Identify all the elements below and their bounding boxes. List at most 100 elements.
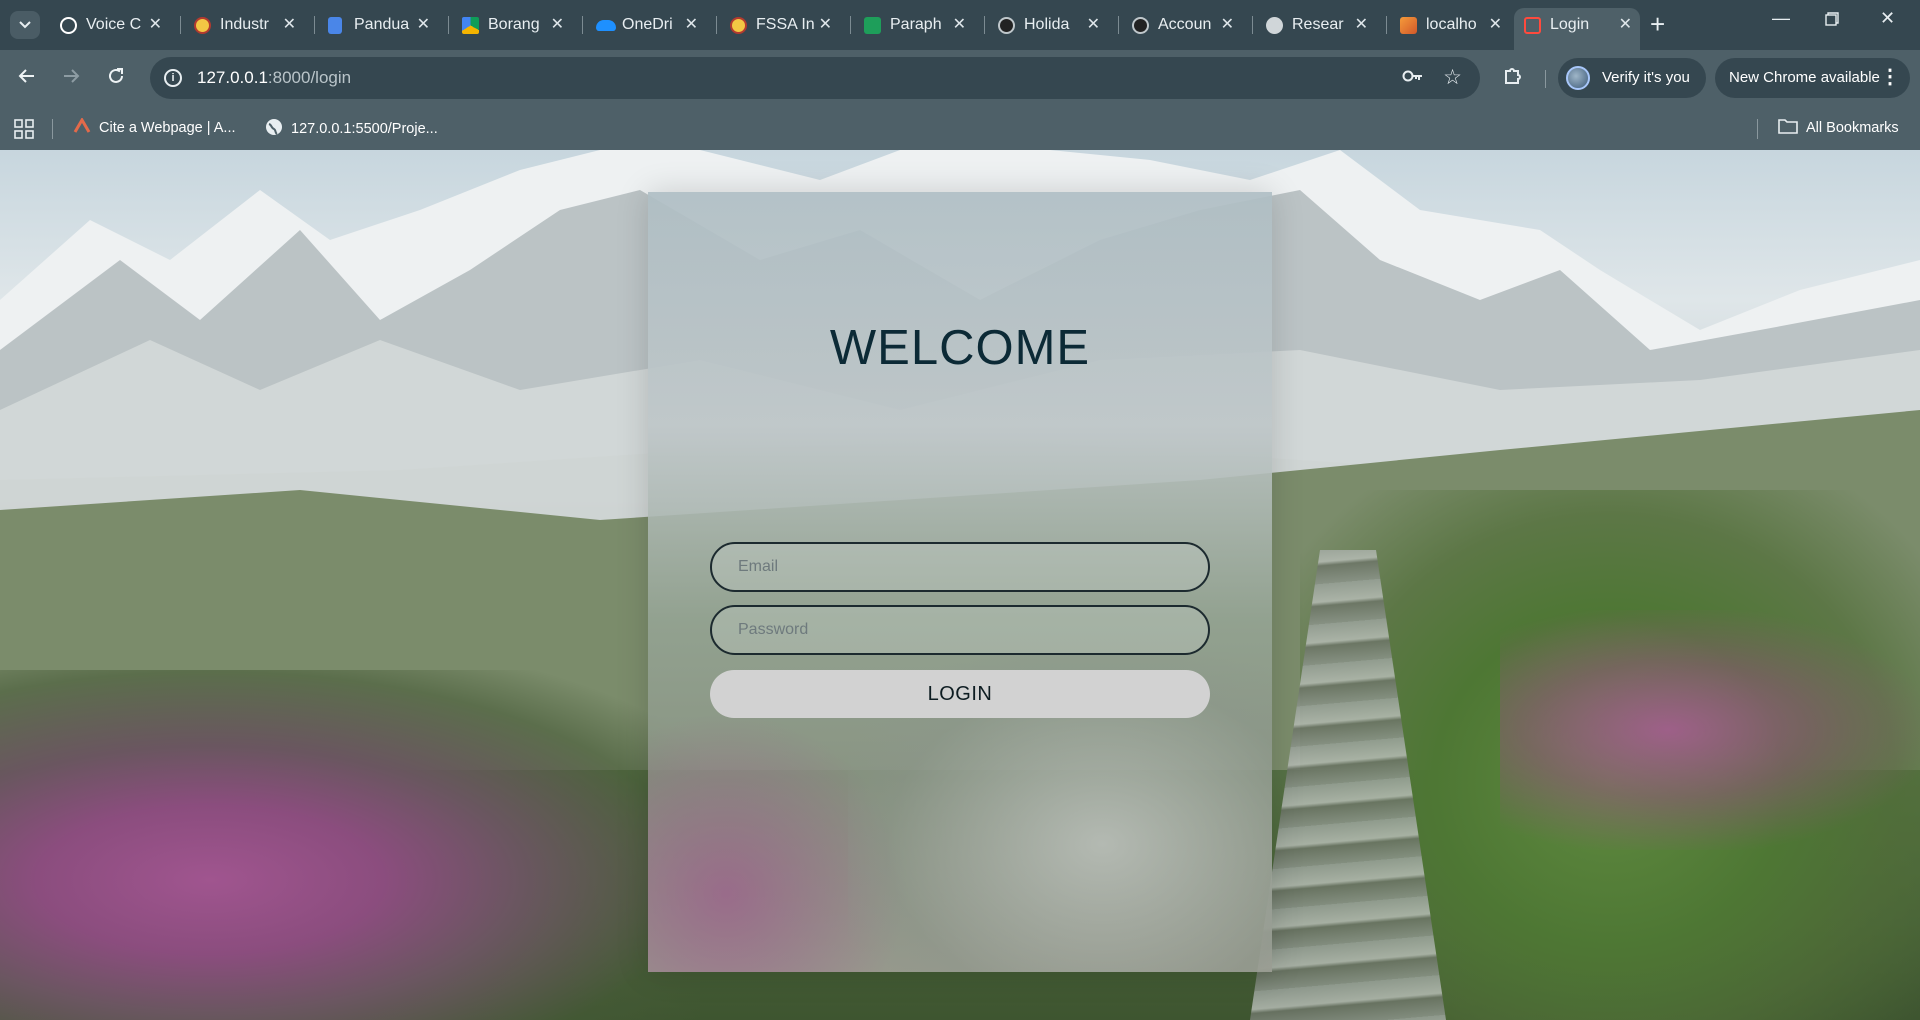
tab-title: Login <box>1550 16 1590 33</box>
tab-6[interactable]: Paraph ✕ <box>854 8 974 42</box>
paraphrase-icon <box>864 17 881 34</box>
all-bookmarks-label: All Bookmarks <box>1806 119 1899 136</box>
address-bar[interactable]: i 127.0.0.1:8000/login ☆ <box>150 57 1480 99</box>
password-input[interactable] <box>712 607 1208 653</box>
close-icon[interactable]: ✕ <box>685 14 698 34</box>
tab-title: Accoun <box>1158 16 1212 33</box>
cite-icon <box>73 117 91 138</box>
tab-title: Resear <box>1292 16 1344 33</box>
site-info-icon[interactable]: i <box>164 69 182 87</box>
forward-button[interactable] <box>60 67 82 89</box>
verify-identity-button[interactable]: Verify it's you <box>1558 58 1706 98</box>
xampp-icon <box>1400 17 1417 34</box>
close-icon[interactable]: ✕ <box>1221 14 1234 34</box>
close-icon[interactable]: ✕ <box>953 14 966 34</box>
chrome-update-button[interactable]: New Chrome available ⋮ <box>1715 58 1910 98</box>
close-icon[interactable]: ✕ <box>551 14 564 34</box>
background-heather-right <box>1500 610 1920 850</box>
url-host: 127.0.0.1 <box>197 68 268 87</box>
url-path: :8000/login <box>267 68 352 87</box>
back-button[interactable] <box>16 67 38 89</box>
tab-search-button[interactable] <box>10 11 40 39</box>
tab-8[interactable]: Accoun ✕ <box>1122 8 1242 42</box>
close-icon[interactable]: ✕ <box>1489 14 1502 34</box>
close-window-button[interactable]: ✕ <box>1880 8 1895 29</box>
tab-3[interactable]: Borang ✕ <box>452 8 572 42</box>
tab-strip: Voice C ✕ Industr ✕ Pandua ✕ Borang ✕ On… <box>0 0 1920 50</box>
restore-icon <box>1825 12 1839 26</box>
tab-divider <box>582 16 583 34</box>
close-icon[interactable]: ✕ <box>1619 14 1632 34</box>
bookmarks-divider <box>52 119 53 139</box>
new-tab-button[interactable]: + <box>1650 10 1665 38</box>
back-arrow-icon <box>18 69 34 83</box>
close-icon[interactable]: ✕ <box>149 14 162 34</box>
onedrive-icon <box>596 20 616 31</box>
more-vertical-icon[interactable]: ⋮ <box>1880 64 1900 89</box>
close-icon[interactable]: ✕ <box>819 14 832 34</box>
tab-5[interactable]: FSSA In ✕ <box>720 8 840 42</box>
page-viewport: WELCOME LOGIN <box>0 150 1920 1020</box>
university-crest-icon <box>194 17 211 34</box>
tab-divider <box>314 16 315 34</box>
browser-toolbar: i 127.0.0.1:8000/login ☆ Verify it's you… <box>0 50 1920 106</box>
restore-button[interactable] <box>1825 10 1839 31</box>
bookmarks-divider <box>1757 119 1758 139</box>
tab-1[interactable]: Industr ✕ <box>184 8 304 42</box>
tab-10[interactable]: localho ✕ <box>1390 8 1510 42</box>
toolbar-divider <box>1545 70 1546 88</box>
tab-title: localho <box>1426 16 1477 33</box>
bookmark-star-icon[interactable]: ☆ <box>1443 65 1462 90</box>
close-icon[interactable]: ✕ <box>1087 14 1100 34</box>
bookmark-label: 127.0.0.1:5500/Proje... <box>291 120 438 137</box>
tab-title: FSSA In <box>756 16 815 33</box>
tab-title: OneDri <box>622 16 673 33</box>
chevron-down-icon <box>19 21 31 29</box>
tab-divider <box>448 16 449 34</box>
verify-label: Verify it's you <box>1602 69 1690 86</box>
tab-title: Industr <box>220 16 269 33</box>
tab-9[interactable]: Resear ✕ <box>1256 8 1376 42</box>
tab-divider <box>1118 16 1119 34</box>
reload-icon <box>109 68 123 83</box>
openai-icon <box>60 17 77 34</box>
login-button[interactable]: LOGIN <box>710 670 1210 718</box>
bookmark-local-project[interactable]: 127.0.0.1:5500/Proje... <box>265 118 438 140</box>
globe-icon <box>1266 17 1283 34</box>
tab-divider <box>1252 16 1253 34</box>
welcome-heading: WELCOME <box>829 321 1091 375</box>
email-field[interactable] <box>710 542 1210 592</box>
tab-11-active[interactable]: Login ✕ <box>1514 8 1640 50</box>
bookmark-label: Cite a Webpage | A... <box>99 119 236 136</box>
tab-4[interactable]: OneDri ✕ <box>586 8 706 42</box>
tab-0[interactable]: Voice C ✕ <box>50 8 170 42</box>
password-field[interactable] <box>710 605 1210 655</box>
tab-2[interactable]: Pandua ✕ <box>318 8 438 42</box>
reload-button[interactable] <box>105 67 127 89</box>
openai-icon <box>1132 17 1149 34</box>
folder-icon <box>1778 118 1798 138</box>
tab-7[interactable]: Holida ✕ <box>988 8 1108 42</box>
bookmark-cite-webpage[interactable]: Cite a Webpage | A... <box>73 117 236 138</box>
laravel-icon <box>1524 17 1541 34</box>
email-input[interactable] <box>712 544 1208 590</box>
close-icon[interactable]: ✕ <box>1355 14 1368 34</box>
close-icon[interactable]: ✕ <box>417 14 430 34</box>
close-icon[interactable]: ✕ <box>283 14 296 34</box>
tab-divider <box>716 16 717 34</box>
minimize-button[interactable]: — <box>1772 8 1790 29</box>
google-docs-icon <box>328 17 342 34</box>
openai-icon <box>998 17 1015 34</box>
password-key-icon[interactable] <box>1402 67 1424 88</box>
globe-icon <box>265 118 283 140</box>
avatar <box>1566 66 1590 90</box>
apps-grid-icon[interactable] <box>14 119 34 144</box>
tab-title: Pandua <box>354 16 410 33</box>
extensions-puzzle-icon[interactable] <box>1502 65 1524 92</box>
all-bookmarks-button[interactable]: All Bookmarks <box>1778 118 1899 138</box>
url-text[interactable]: 127.0.0.1:8000/login <box>197 68 351 88</box>
google-drive-icon <box>462 17 479 34</box>
tab-divider <box>1386 16 1387 34</box>
update-label: New Chrome available <box>1729 69 1880 86</box>
login-card: WELCOME LOGIN <box>648 192 1272 972</box>
